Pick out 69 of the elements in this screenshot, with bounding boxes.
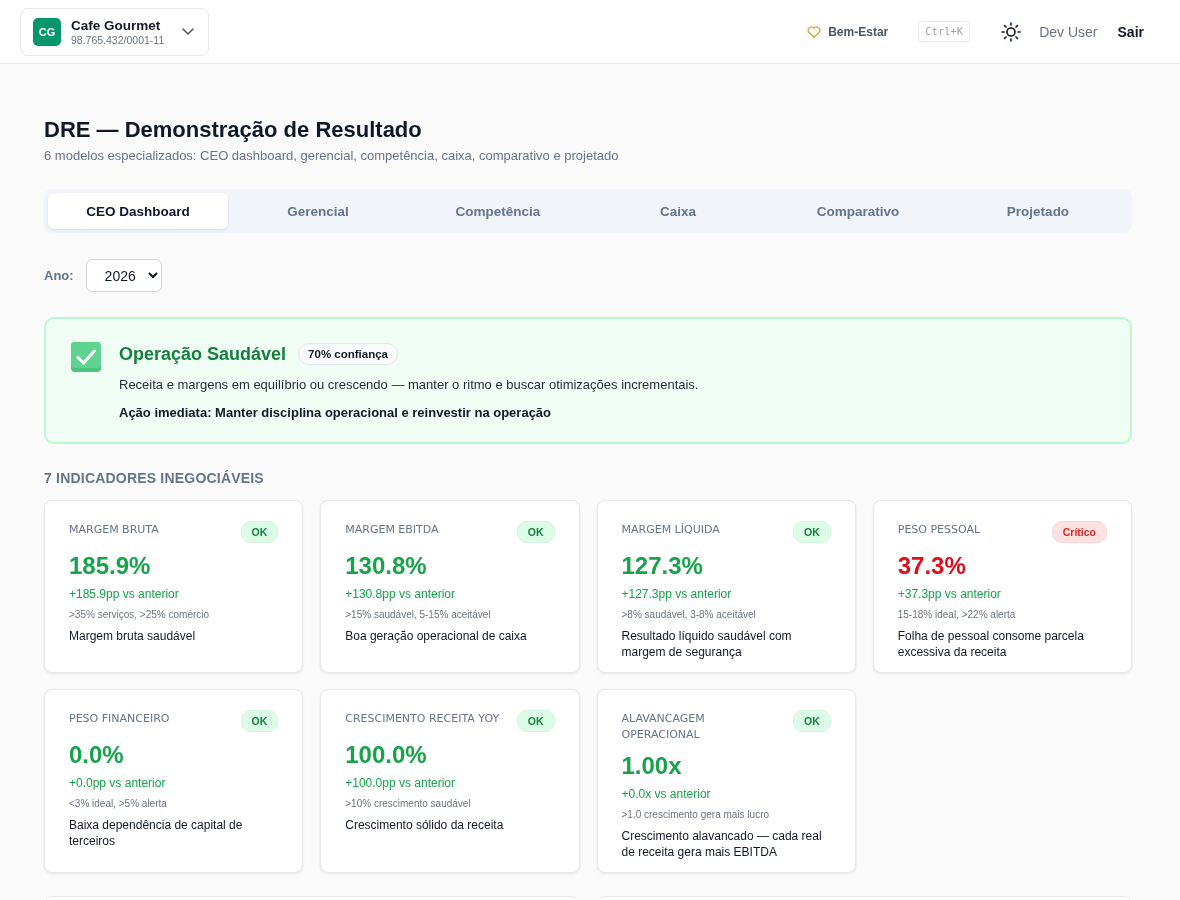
indicator-benchmark: >1.0 crescimento gera mais lucro	[621, 808, 771, 822]
wellbeing-button[interactable]: Bem-Estar	[807, 24, 889, 39]
indicator-label: ALAVANCAGEM OPERACIONAL	[621, 711, 706, 743]
indicator-delta: +37.3pp vs anterior	[897, 586, 1002, 603]
tab[interactable]: Competência	[408, 193, 588, 229]
indicator-description: Crescimento sólido da receita	[345, 817, 505, 833]
chevron-down-icon	[182, 28, 195, 35]
user-name: Dev User	[1039, 23, 1098, 40]
indicator-benchmark: >10% crescimento saudável	[345, 797, 472, 811]
page-subtitle: 6 modelos especializados: CEO dashboard, gerencial, competência, caixa, comparativo e projetado	[44, 147, 620, 165]
status-badge: OK	[240, 521, 279, 543]
status-badge: OK	[793, 710, 831, 732]
indicator-description: Margem bruta saudável	[69, 628, 197, 644]
year-label: Ano:	[44, 268, 74, 283]
indicator-label: PESO PESSOAL	[897, 522, 981, 538]
indicator-description: Folha de pessoal consome parcela excessiva da receita	[897, 628, 1085, 660]
indicator-benchmark: <3% ideal, >5% alerta	[69, 797, 168, 811]
indicator-value: 37.3%	[897, 551, 967, 581]
status-badge: Crítico	[1051, 521, 1107, 543]
tab[interactable]: Comparativo	[768, 193, 948, 229]
indicator-label: MARGEM BRUTA	[69, 522, 159, 538]
heart-icon	[807, 25, 822, 38]
section-heading: 7 INDICADORES INEGOCIÁVEIS	[44, 469, 265, 488]
tab[interactable]: Projetado	[948, 193, 1128, 229]
indicator-delta: +127.3pp vs anterior	[621, 586, 733, 603]
indicator-label: PESO FINANCEIRO	[69, 711, 170, 727]
indicator-description: Baixa dependência de capital de terceiros	[69, 817, 244, 849]
indicator-value: 130.8%	[345, 551, 428, 581]
indicator-benchmark: >8% saudável, 3-8% aceitável	[621, 608, 757, 622]
confidence-badge: 70% confiança	[298, 343, 398, 365]
indicator-delta: +130.8pp vs anterior	[345, 586, 456, 603]
status-description: Receita e margens em equilíbrio ou crescendo — manter o ritmo e buscar otimizações incrementais.	[119, 376, 699, 394]
year-select[interactable]: 2026	[85, 259, 162, 292]
status-badge: OK	[516, 710, 555, 732]
indicator-delta: +0.0x vs anterior	[621, 786, 712, 803]
indicator-benchmark: >35% serviços, >25% comércio	[69, 608, 211, 622]
indicator-value: 1.00x	[621, 751, 683, 781]
indicator-description: Boa geração operacional de caixa	[345, 628, 528, 644]
company-logo: CG	[33, 17, 61, 46]
indicator-value: 127.3%	[621, 551, 704, 581]
page-title: DRE — Demonstração de Resultado	[44, 116, 423, 144]
indicator-label: MARGEM EBITDA	[345, 522, 439, 538]
tab[interactable]: CEO Dashboard	[48, 193, 228, 229]
company-name: Cafe Gourmet	[71, 16, 161, 34]
status-badge: OK	[793, 521, 831, 543]
logout-button[interactable]: Sair	[1117, 23, 1144, 40]
indicator-value: 0.0%	[69, 740, 125, 770]
indicator-description: Crescimento alavancado — cada real de receita gera mais EBITDA	[621, 828, 823, 860]
indicator-label: CRESCIMENTO RECEITA YOY	[345, 711, 500, 727]
indicator-delta: +185.9pp vs anterior	[69, 586, 180, 603]
indicator-benchmark: 15-18% ideal, >22% alerta	[897, 608, 1017, 622]
tab[interactable]: Gerencial	[228, 193, 408, 229]
status-title: Operação Saudável	[119, 343, 287, 366]
sun-icon[interactable]	[1001, 21, 1022, 42]
indicator-benchmark: >15% saudável, 5-15% aceitável	[345, 608, 492, 622]
company-switcher[interactable]: CG Cafe Gourmet 98.765.432/0001-11	[20, 7, 210, 56]
tab[interactable]: Caixa	[588, 193, 768, 229]
company-cnpj: 98.765.432/0001-11	[71, 33, 165, 47]
checkbox-tick-icon	[71, 342, 101, 372]
shortcut-hint[interactable]: Ctrl+K	[918, 21, 971, 42]
status-action: Ação imediata: Manter disciplina operacional e reinvestir na operação	[119, 404, 553, 422]
indicator-value: 100.0%	[345, 740, 428, 770]
indicator-description: Resultado líquido saudável com margem de segurança	[621, 628, 793, 660]
indicator-value: 185.9%	[69, 551, 152, 581]
indicator-label: MARGEM LÍQUIDA	[621, 522, 720, 538]
status-badge: OK	[240, 710, 279, 732]
status-badge: OK	[516, 521, 555, 543]
indicator-delta: +100.0pp vs anterior	[345, 775, 456, 792]
indicator-delta: +0.0pp vs anterior	[69, 775, 167, 792]
